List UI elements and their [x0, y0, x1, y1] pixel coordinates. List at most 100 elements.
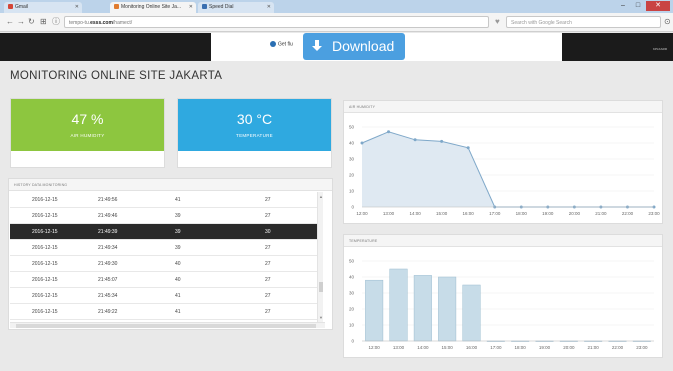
x-tick-label: 18:00 [516, 211, 528, 216]
browser-nav-bar: ← → ↻ ⊞ ⓘ tempo-tu.esss.com/hamect/ ♥ Se… [0, 13, 673, 32]
temperature-chart-card: TEMPERATURE 0 10 20 30 40 50 12:00 13:00 14:00 15… [343, 234, 663, 358]
minimize-icon[interactable]: – [616, 1, 630, 11]
history-table: 2016-12-15 21:49:56 41 27 2016-12-15 21:49:46… [10, 192, 325, 322]
site-info-icon[interactable]: ⓘ [52, 17, 60, 27]
x-tick-label: 21:00 [588, 345, 600, 350]
table-horizontal-scrollbar[interactable] [10, 322, 325, 328]
x-tick-label: 13:00 [393, 345, 405, 350]
y-tick-label: 0 [351, 339, 354, 344]
x-tick-label: 19:00 [539, 345, 551, 350]
humidity-chart: 0 10 20 30 40 50 12:00 13:00 14:00 15:00 16:00 17:0… [349, 125, 660, 217]
cell-humidity: 40 [175, 261, 181, 267]
y-tick-label: 0 [351, 205, 354, 210]
humidity-panel: 47 % AIR HUMIDITY [11, 99, 164, 151]
close-icon[interactable]: ✕ [267, 4, 271, 10]
x-tick-label: 19:00 [542, 211, 554, 216]
scrollbar-thumb[interactable] [16, 324, 316, 328]
menu-icon[interactable]: ⊙ [664, 17, 671, 27]
cell-temperature: 27 [265, 197, 271, 203]
table-row[interactable]: 2016-12-15 21:49:34 39 27 [10, 240, 317, 256]
data-point [360, 141, 364, 145]
scroll-down-icon[interactable]: ▼ [318, 315, 324, 320]
cell-date: 2016-12-15 [32, 277, 58, 283]
y-tick-label: 40 [349, 275, 355, 280]
table-row[interactable]: 2016-12-15 21:49:46 39 27 [10, 208, 317, 224]
data-point [466, 146, 470, 150]
temperature-label: TEMPERATURE [236, 133, 273, 138]
table-row[interactable]: 2016-12-15 21:49:30 40 27 [10, 256, 317, 272]
cell-humidity: 39 [175, 229, 181, 235]
x-tick-label: 18:00 [515, 345, 527, 350]
back-icon[interactable]: ← [6, 17, 14, 27]
humidity-value: 47 % [71, 111, 104, 127]
cell-temperature: 27 [265, 213, 271, 219]
table-row[interactable]: 2016-12-15 21:49:39 39 30 [10, 224, 317, 240]
browser-tab[interactable]: Speed Dial ✕ [198, 2, 274, 13]
temperature-value: 30 °C [236, 111, 273, 127]
scrollbar-thumb[interactable] [319, 282, 323, 292]
data-point [440, 139, 444, 143]
scroll-up-icon[interactable]: ▲ [318, 194, 324, 199]
cell-time: 21:45:34 [98, 293, 118, 299]
x-tick-label: 22:00 [612, 345, 624, 350]
forward-icon[interactable]: → [17, 17, 25, 27]
x-tick-label: 17:00 [490, 345, 502, 350]
humidity-label: AIR HUMIDITY [70, 133, 105, 138]
x-tick-label: 13:00 [383, 211, 395, 216]
x-tick-label: 17:00 [489, 211, 501, 216]
get-flash-link[interactable]: Get flu [270, 41, 293, 47]
cell-humidity: 39 [175, 213, 181, 219]
bar [438, 276, 457, 342]
cell-date: 2016-12-15 [32, 245, 58, 251]
temperature-chart: 0 10 20 30 40 50 12:00 13:00 14:00 15:00 16:00 17:0… [349, 259, 654, 350]
tab-label: Gmail [15, 4, 29, 10]
header-logo: KPLKARR [652, 47, 667, 51]
tab-label: Speed Dial [209, 4, 234, 10]
cell-date: 2016-12-15 [32, 197, 58, 203]
search-placeholder: Search with Google Search [511, 20, 572, 26]
search-input[interactable]: Search with Google Search [506, 16, 661, 28]
browser-tab[interactable]: Gmail ✕ [4, 2, 82, 13]
cell-time: 21:49:30 [98, 261, 118, 267]
gmail-icon [8, 4, 13, 10]
cell-humidity: 41 [175, 293, 181, 299]
maximize-icon[interactable]: □ [631, 1, 645, 11]
window-close-icon[interactable]: ✕ [646, 1, 670, 11]
x-tick-label: 22:00 [622, 211, 634, 216]
cell-humidity: 39 [175, 245, 181, 251]
browser-tab[interactable]: Monitoring Online Site Ja... ✕ [110, 2, 196, 13]
x-tick-label: 14:00 [409, 211, 421, 216]
cell-humidity: 41 [175, 197, 181, 203]
cell-time: 21:49:39 [98, 229, 118, 235]
download-button[interactable]: Download [303, 33, 405, 60]
site-favicon-icon [114, 4, 119, 10]
address-path: /hamect/ [112, 20, 133, 26]
table-row[interactable]: 2016-12-15 21:45:34 41 27 [10, 288, 317, 304]
speed-dial-icon[interactable]: ⊞ [40, 17, 47, 27]
reload-icon[interactable]: ↻ [28, 17, 35, 27]
address-bar[interactable]: tempo-tu.esss.com/hamect/ [64, 16, 489, 28]
close-icon[interactable]: ✕ [75, 4, 79, 10]
cell-temperature: 27 [265, 277, 271, 283]
x-tick-label: 23:00 [636, 345, 648, 350]
humidity-card: 47 % AIR HUMIDITY [10, 98, 165, 168]
table-row[interactable]: 2016-12-15 21:49:22 41 27 [10, 304, 317, 320]
y-tick-label: 10 [349, 189, 355, 194]
bar [413, 275, 432, 342]
header-banner-left [0, 33, 211, 61]
humidity-chart-title: AIR HUMIDITY [344, 101, 662, 113]
cell-temperature: 30 [265, 229, 271, 235]
table-scrollbar[interactable]: ▲ ▼ [317, 192, 323, 322]
heart-icon[interactable]: ♥ [495, 17, 500, 27]
history-title: HISTORY DATA MONITORING [9, 179, 332, 191]
close-icon[interactable]: ✕ [189, 4, 193, 10]
table-row[interactable]: 2016-12-15 21:45:07 40 27 [10, 272, 317, 288]
table-row[interactable]: 2016-12-15 21:49:56 41 27 [10, 192, 317, 208]
x-tick-label: 14:00 [417, 345, 429, 350]
temperature-panel: 30 °C TEMPERATURE [178, 99, 331, 151]
y-tick-label: 30 [349, 157, 355, 162]
cell-date: 2016-12-15 [32, 293, 58, 299]
y-tick-label: 20 [349, 173, 355, 178]
temperature-chart-title: TEMPERATURE [344, 235, 662, 247]
cell-time: 21:45:07 [98, 277, 118, 283]
